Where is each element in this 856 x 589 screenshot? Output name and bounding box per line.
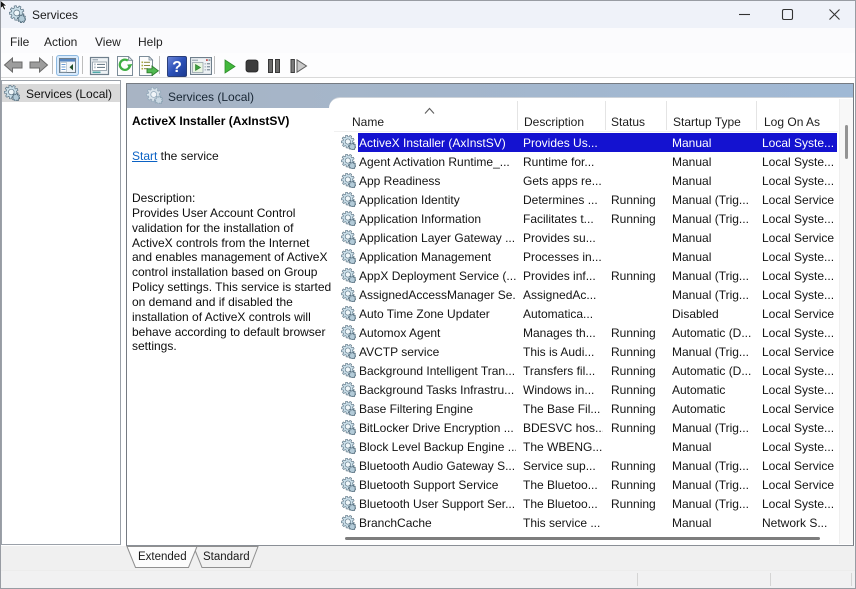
svg-text:?: ? (172, 59, 182, 76)
